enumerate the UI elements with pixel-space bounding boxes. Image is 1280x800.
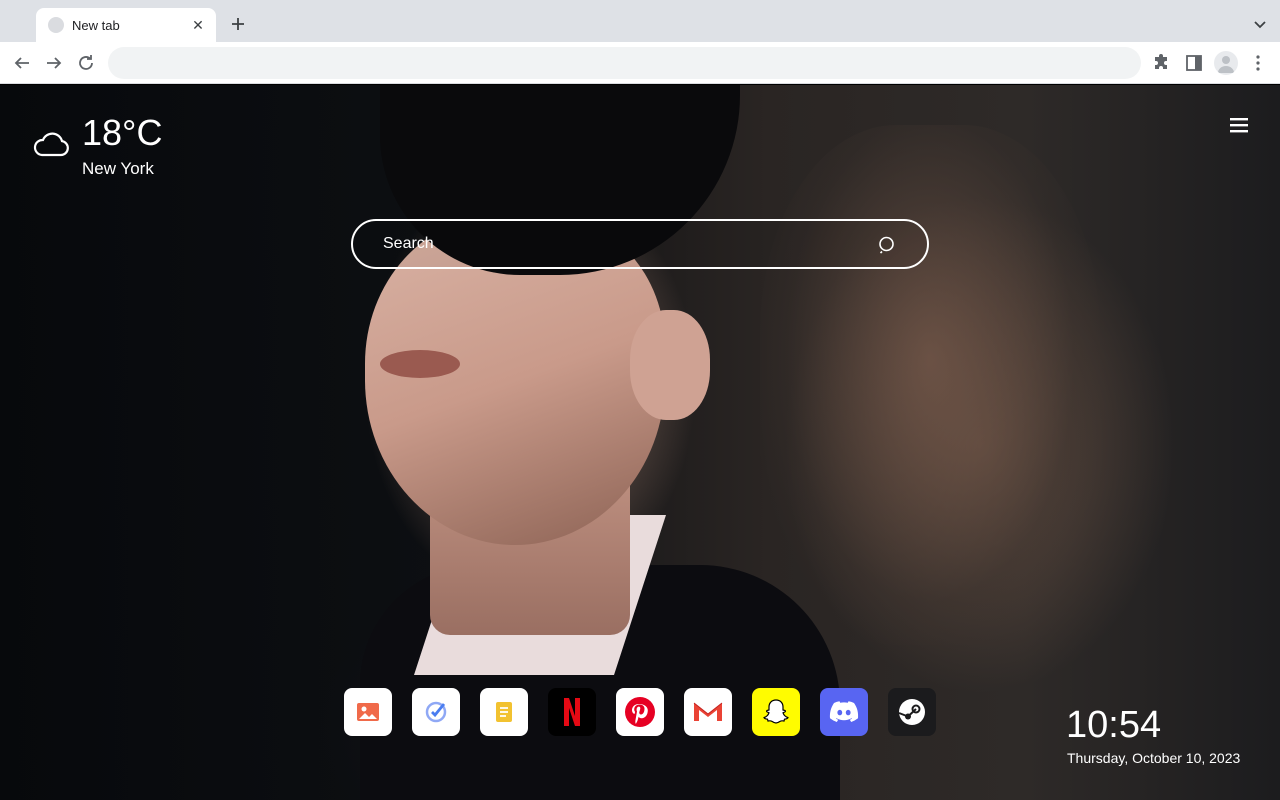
side-panel-icon [1186, 55, 1202, 71]
reload-icon [79, 55, 93, 70]
snapchat-icon [763, 699, 789, 724]
browser-menu-button[interactable] [1246, 51, 1270, 75]
steam-icon [898, 699, 925, 725]
address-bar[interactable] [108, 47, 1141, 79]
background-photo-lips [380, 350, 460, 378]
tab-strip: New tab ✕ [0, 0, 1280, 42]
app-netflix[interactable] [548, 688, 596, 736]
check-icon [425, 701, 447, 723]
puzzle-icon [1155, 54, 1167, 69]
discord-icon [829, 701, 859, 722]
weather-temperature: 18°C [82, 112, 163, 153]
arrow-right-icon [47, 57, 62, 69]
close-icon[interactable]: ✕ [190, 17, 206, 33]
clock-date: Thursday, October 10, 2023 [1067, 750, 1241, 766]
pinterest-icon [625, 697, 655, 727]
plus-icon [232, 18, 244, 30]
notes-icon [496, 702, 512, 722]
app-discord[interactable] [820, 688, 868, 736]
extensions-button[interactable] [1150, 51, 1174, 75]
hamburger-icon [1230, 118, 1248, 133]
new-tab-button[interactable] [226, 12, 250, 36]
profile-avatar[interactable] [1214, 51, 1238, 75]
app-pinterest[interactable] [616, 688, 664, 736]
app-steam[interactable] [888, 688, 936, 736]
background-photo-ear [630, 310, 710, 420]
more-vertical-icon [1256, 55, 1260, 71]
app-snapchat[interactable] [752, 688, 800, 736]
app-notes[interactable] [480, 688, 528, 736]
search-input[interactable] [383, 231, 863, 257]
app-gmail[interactable] [684, 688, 732, 736]
clock-time: 10:54 [1066, 704, 1162, 746]
side-panel-button[interactable] [1182, 51, 1206, 75]
forward-button[interactable] [42, 51, 66, 75]
tab-title: New tab [72, 17, 120, 33]
tab-search-button[interactable] [1250, 14, 1270, 34]
app-gallery[interactable] [344, 688, 392, 736]
app-tasks[interactable] [412, 688, 460, 736]
page-menu-button[interactable] [1228, 116, 1250, 134]
app-dock [344, 688, 936, 736]
back-button[interactable] [10, 51, 34, 75]
netflix-icon [564, 698, 580, 726]
search-icon[interactable] [877, 235, 897, 255]
gmail-icon [693, 702, 723, 721]
cloud-icon [33, 132, 69, 157]
search-box [351, 219, 929, 269]
arrow-left-icon [14, 57, 29, 69]
tab-new-tab[interactable]: New tab ✕ [36, 8, 216, 42]
chevron-down-icon [1254, 21, 1266, 29]
image-icon [357, 703, 379, 721]
reload-button[interactable] [74, 51, 98, 75]
weather-city: New York [82, 159, 154, 178]
browser-toolbar [0, 42, 1280, 84]
background-blur [760, 125, 1100, 645]
person-icon [1218, 56, 1234, 73]
tab-favicon-icon [48, 17, 64, 33]
